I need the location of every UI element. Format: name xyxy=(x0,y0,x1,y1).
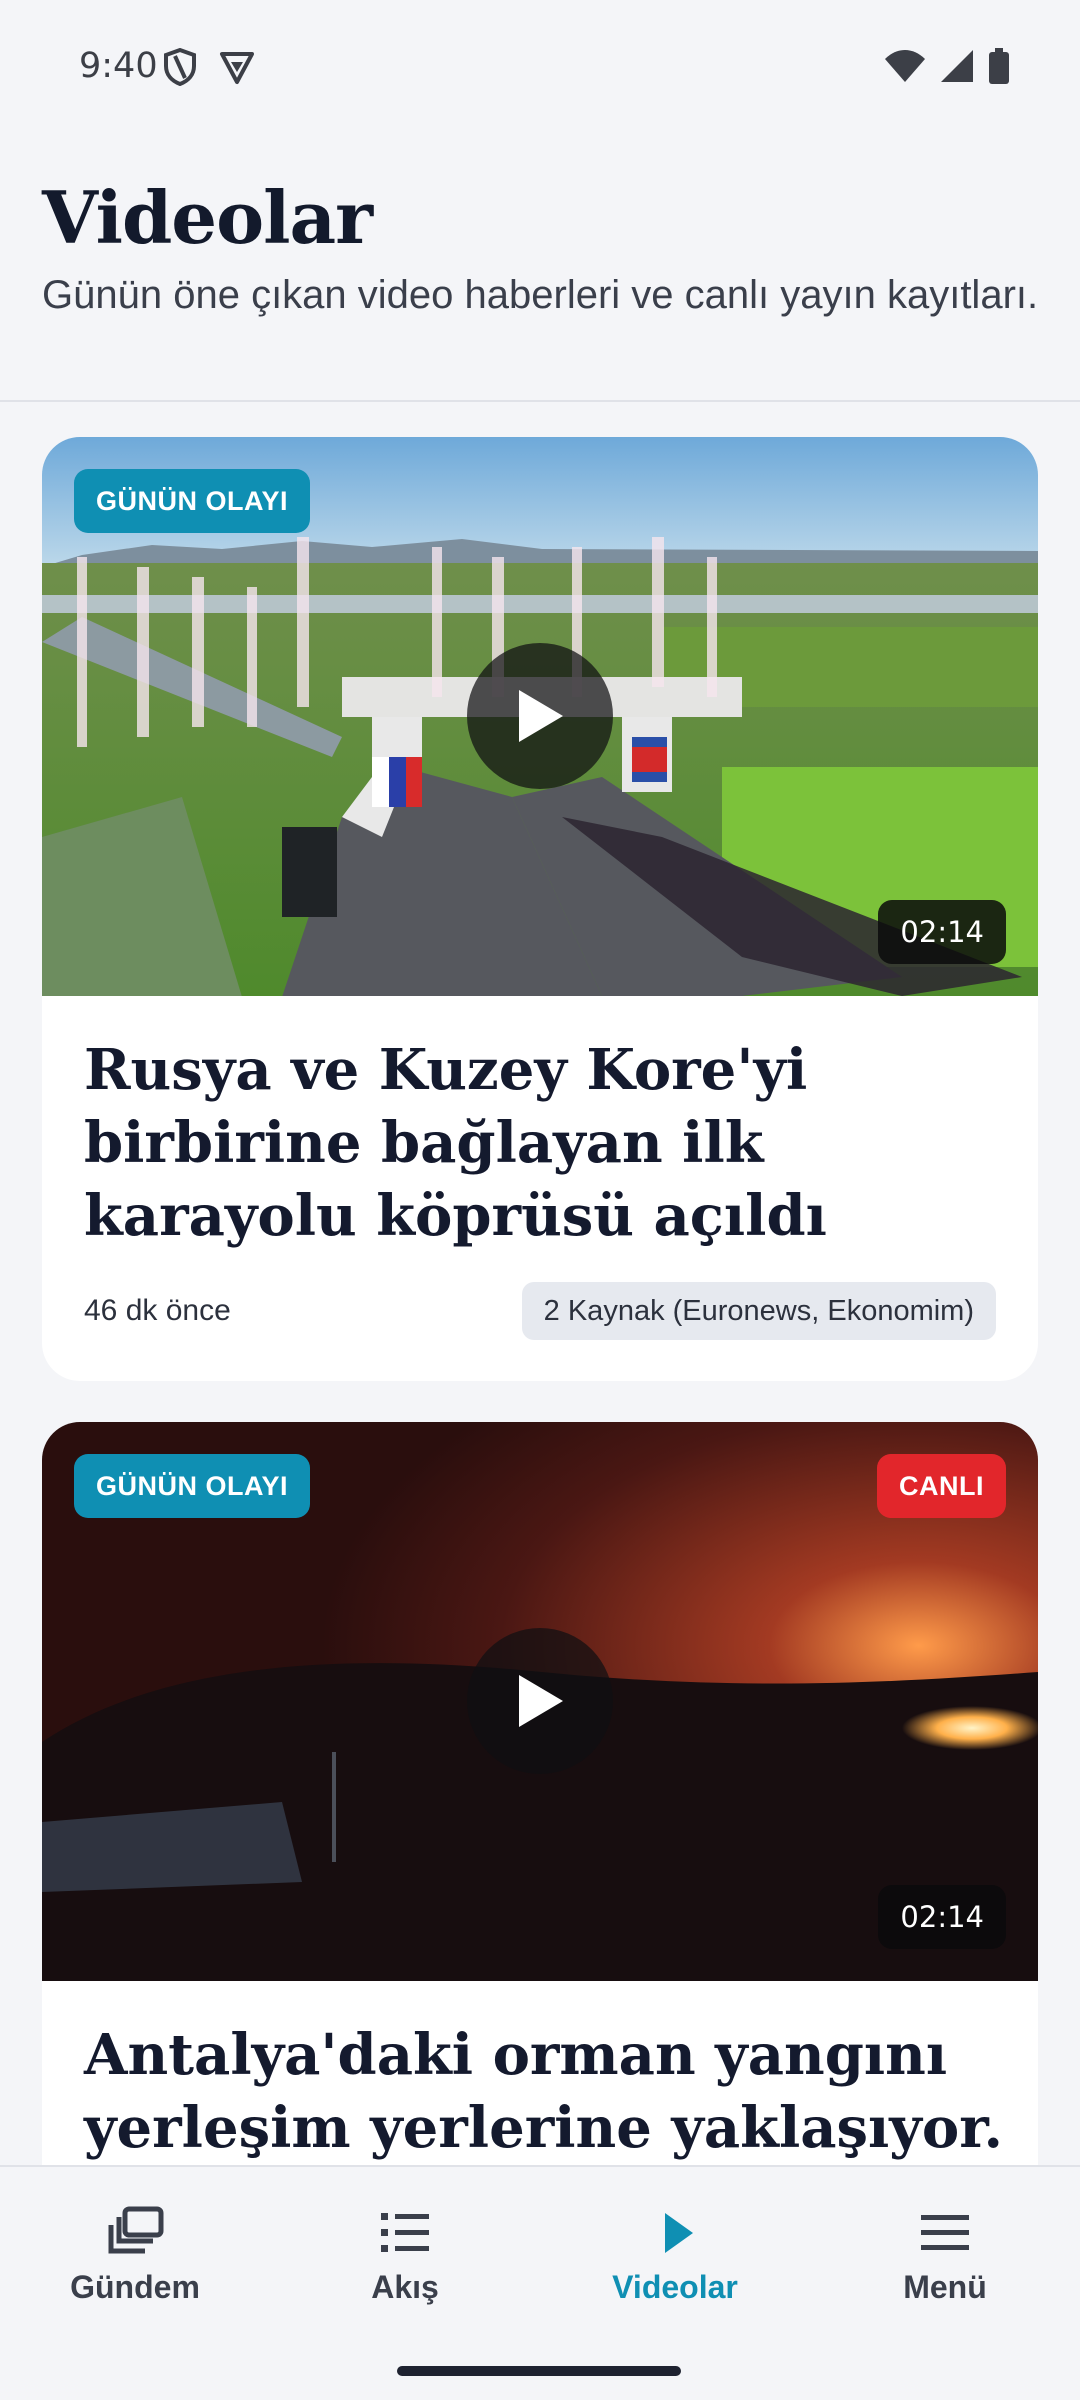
video-duration: 02:14 xyxy=(878,1885,1006,1949)
video-card[interactable]: GÜNÜN OLAYI CANLI 02:14 Antalya'daki orm… xyxy=(42,1422,1038,2165)
page-subtitle: Günün öne çıkan video haberleri ve canlı… xyxy=(42,273,1039,317)
bottom-navigation: Gündem Akış Videolar Menü xyxy=(0,2165,1080,2400)
shield-icon xyxy=(163,47,197,91)
play-icon xyxy=(519,690,563,742)
vpn-shield-icon xyxy=(218,48,256,91)
nav-label: Menü xyxy=(903,2269,987,2305)
nav-item-videolar[interactable]: Videolar xyxy=(540,2205,810,2315)
card-time: 46 dk önce xyxy=(84,1294,231,1327)
video-thumbnail[interactable]: GÜNÜN OLAYI CANLI 02:14 xyxy=(42,1422,1038,1981)
nav-label: Gündem xyxy=(70,2269,200,2305)
nav-item-gundem[interactable]: Gündem xyxy=(0,2205,270,2315)
event-badge: GÜNÜN OLAYI xyxy=(74,1454,311,1518)
video-duration: 02:14 xyxy=(878,900,1006,964)
event-badge: GÜNÜN OLAYI xyxy=(74,469,311,533)
status-time: 9:40 xyxy=(79,46,158,86)
status-bar: 9:40 xyxy=(0,0,1080,130)
menu-icon xyxy=(921,2215,969,2250)
play-icon xyxy=(665,2213,693,2253)
page-title: Videolar xyxy=(42,175,373,260)
play-button[interactable] xyxy=(467,1628,613,1774)
battery-icon xyxy=(988,48,1010,89)
play-button[interactable] xyxy=(467,643,613,789)
card-title[interactable]: Rusya ve Kuzey Kore'yi birbirine bağlaya… xyxy=(84,1034,1004,1253)
nav-item-akis[interactable]: Akış xyxy=(270,2205,540,2315)
nav-label: Akış xyxy=(371,2269,439,2305)
sources-chip[interactable]: 2 Kaynak (Euronews, Ekonomim) xyxy=(521,1282,996,1340)
nav-item-menu[interactable]: Menü xyxy=(810,2205,1080,2315)
status-right xyxy=(884,48,1010,89)
video-feed[interactable]: GÜNÜN OLAYI 02:14 Rusya ve Kuzey Kore'yi… xyxy=(0,403,1080,2165)
signal-icon xyxy=(940,49,974,88)
screen: 9:40 Videolar Günün öne çıkan video habe… xyxy=(0,0,1080,2400)
wifi-icon xyxy=(884,49,926,88)
video-card[interactable]: GÜNÜN OLAYI 02:14 Rusya ve Kuzey Kore'yi… xyxy=(42,437,1038,1381)
nav-label: Videolar xyxy=(612,2269,738,2305)
page-header: Videolar Günün öne çıkan video haberleri… xyxy=(0,130,1080,402)
stacked-news-icon xyxy=(108,2206,164,2254)
list-icon xyxy=(381,2213,429,2252)
card-title[interactable]: Antalya'daki orman yangını yerleşim yerl… xyxy=(84,2019,1004,2165)
home-indicator[interactable] xyxy=(397,2366,681,2376)
video-thumbnail[interactable]: GÜNÜN OLAYI 02:14 xyxy=(42,437,1038,996)
live-badge: CANLI xyxy=(877,1454,1006,1518)
play-icon xyxy=(519,1675,563,1727)
